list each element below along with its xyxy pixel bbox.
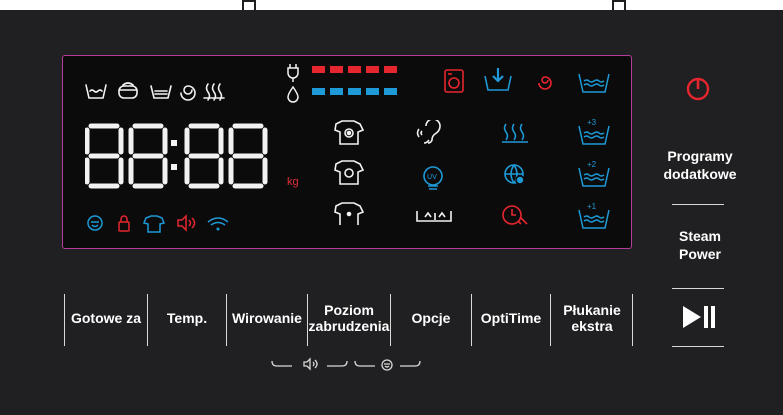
weight-unit: kg [287, 176, 299, 188]
option-icons-col2: UV [416, 120, 452, 222]
options-button[interactable]: Opcje [391, 290, 471, 346]
divider [672, 346, 724, 347]
option-icons-col3 [502, 123, 528, 225]
power-level-bar [312, 66, 325, 73]
play-pause-icon[interactable] [681, 303, 717, 331]
power-level-bar [366, 66, 379, 73]
temperature-button[interactable]: Temp. [148, 290, 226, 346]
svg-text:UV: UV [427, 173, 437, 181]
divider [632, 294, 633, 346]
rinse-level-plus2: +2 [587, 160, 597, 169]
water-level-bar [384, 88, 397, 95]
level-bars [312, 66, 397, 95]
programs-button[interactable]: Programy dodatkowe [655, 147, 745, 183]
clock-digits [85, 123, 268, 189]
water-level-bar [312, 88, 325, 95]
power-level-bar [330, 66, 343, 73]
extra-rinse-button[interactable]: Płukanie ekstra [551, 290, 633, 346]
power-level-bar [348, 66, 361, 73]
soil-level-icons [334, 120, 364, 225]
soil-level-button[interactable]: Poziom zabrudzenia [308, 290, 390, 346]
steam-power-button[interactable]: Steam Power [665, 227, 735, 263]
status-icons [87, 214, 229, 233]
optitime-button[interactable]: OptiTime [472, 290, 550, 346]
divider [672, 288, 724, 289]
water-level-bar [330, 88, 343, 95]
divider [672, 204, 724, 205]
wash-stage-icons [85, 82, 225, 101]
rinse-level-plus1: +1 [587, 202, 597, 211]
spin-button[interactable]: Wirowanie [227, 290, 307, 346]
power-water-indicator-icons [287, 64, 299, 103]
ready-in-button[interactable]: Gotowe za [65, 290, 147, 346]
rinse-level-plus3: +3 [587, 118, 597, 127]
combo-hint [271, 357, 421, 371]
water-level-bar [348, 88, 361, 95]
program-status-icons [444, 68, 552, 93]
washer-control-panel: kg UV +3 +2 +1 Programy dodatkowe Steam … [0, 0, 783, 415]
power-icon[interactable] [685, 75, 711, 101]
power-level-bar [384, 66, 397, 73]
water-level-bar [366, 88, 379, 95]
